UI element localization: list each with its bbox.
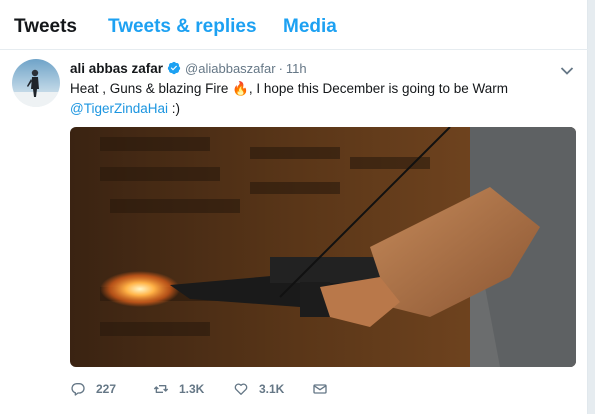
verified-badge-icon <box>167 61 181 75</box>
avatar[interactable] <box>12 59 60 107</box>
like-count: 3.1K <box>259 382 285 396</box>
fire-emoji: 🔥 <box>232 81 249 96</box>
tweet-text-end: :) <box>168 101 180 116</box>
reply-count: 227 <box>96 382 117 396</box>
tab-tweets-and-replies[interactable]: Tweets & replies <box>108 16 257 38</box>
author-name[interactable]: ali abbas zafar <box>70 61 163 76</box>
tweet-actions: 227 1.3K 3.1K <box>70 381 370 401</box>
retweet-icon <box>153 385 169 393</box>
retweet-count: 1.3K <box>179 382 205 396</box>
tab-tweets[interactable]: Tweets <box>14 16 77 38</box>
direct-message-button[interactable] <box>312 381 328 397</box>
heart-icon <box>234 383 248 395</box>
tweet-header: ali abbas zafar @aliabbaszafar · 11h <box>70 59 307 77</box>
tweet-text: Heat , Guns & blazing Fire 🔥, I hope thi… <box>70 79 570 119</box>
profile-tabs: Tweets Tweets & replies Media <box>0 0 588 50</box>
separator-dot: · <box>278 60 283 76</box>
reply-icon <box>71 383 85 396</box>
tweet-media-photo[interactable] <box>70 127 576 367</box>
tweet-text-part1: Heat , Guns & blazing Fire <box>70 81 229 96</box>
tab-media[interactable]: Media <box>283 16 337 38</box>
mention-link[interactable]: @TigerZindaHai <box>70 101 168 116</box>
tweet-timestamp[interactable]: 11h <box>286 61 307 76</box>
chevron-down-icon[interactable] <box>560 63 574 75</box>
retweet-button[interactable]: 1.3K <box>153 381 204 397</box>
tweet-timeline-card: Tweets Tweets & replies Media ali abbas … <box>0 0 588 414</box>
like-button[interactable]: 3.1K <box>233 381 284 397</box>
envelope-icon <box>313 384 327 394</box>
tweet-text-part2: , I hope this December is going to be Wa… <box>248 81 509 96</box>
reply-button[interactable]: 227 <box>70 381 116 397</box>
author-handle[interactable]: @aliabbaszafar <box>185 61 276 76</box>
